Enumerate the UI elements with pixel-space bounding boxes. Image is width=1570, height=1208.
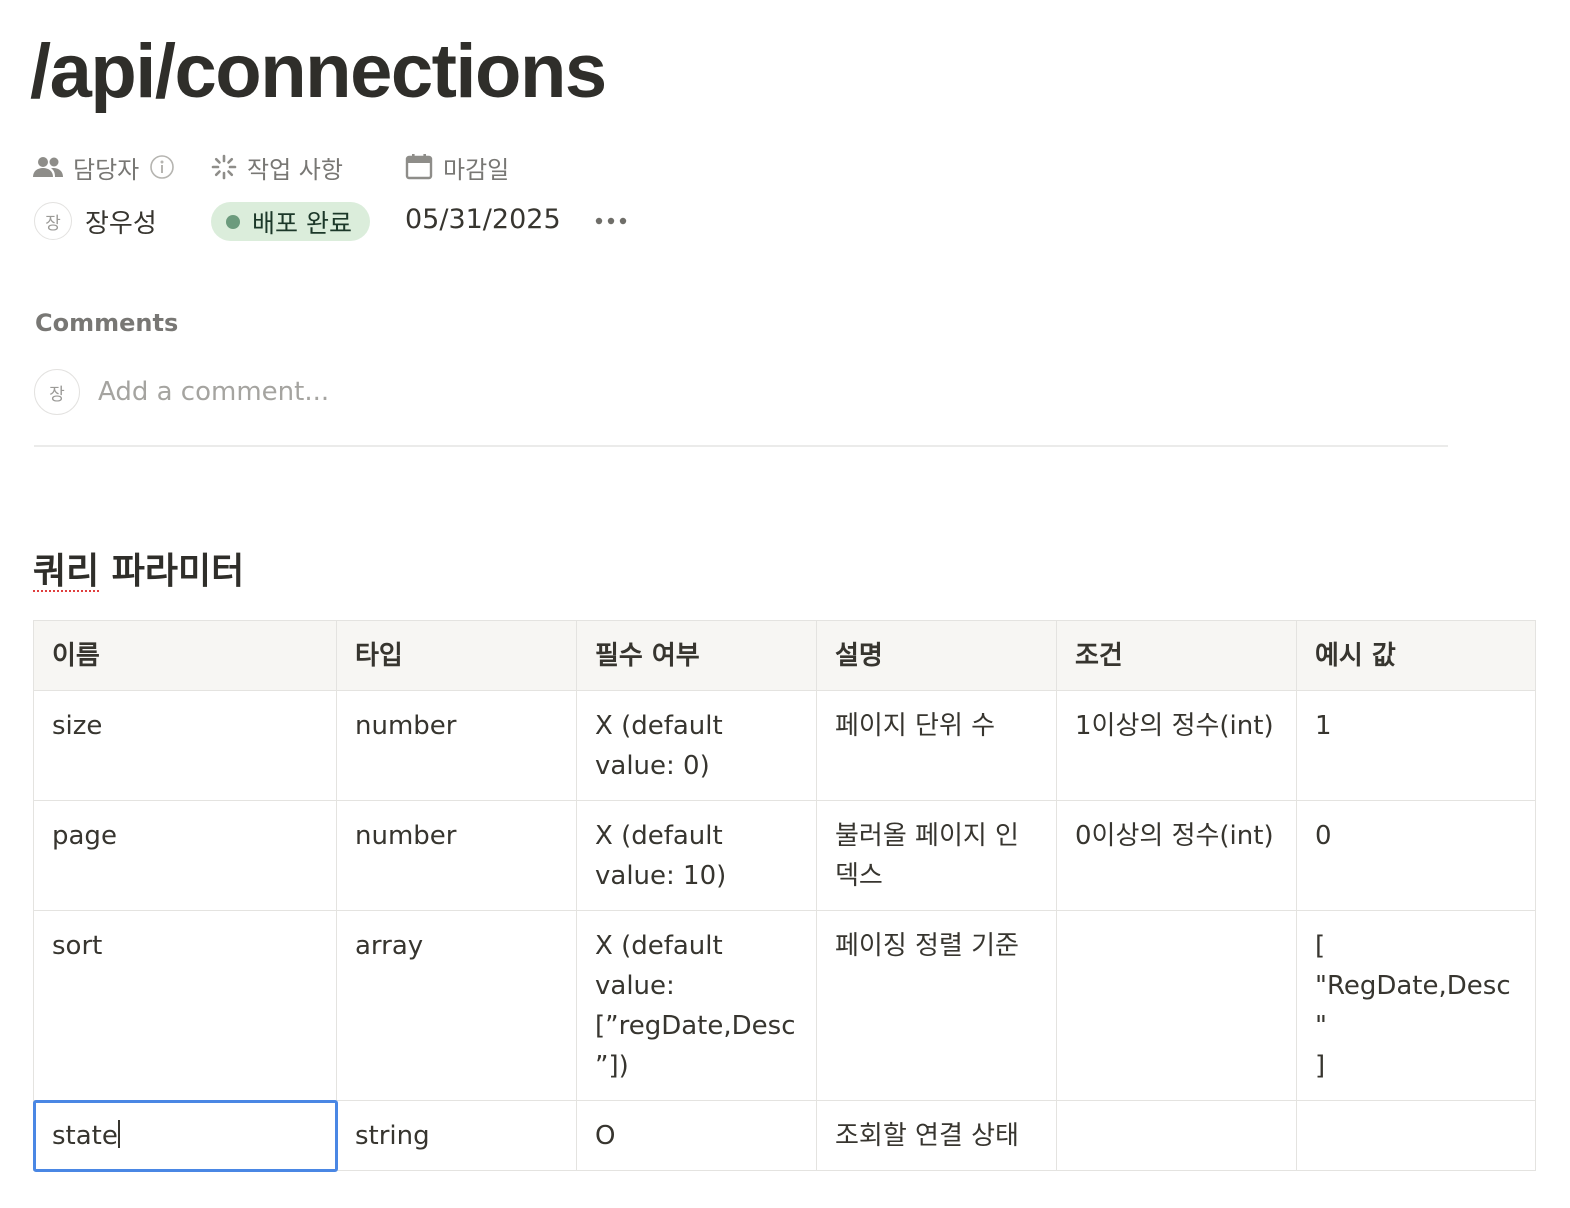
table-cell[interactable]: 1이상의 정수(int)	[1056, 690, 1297, 801]
assignee-value[interactable]: 장 장우성	[34, 201, 157, 241]
table-cell[interactable]: size	[33, 690, 337, 801]
table-cell[interactable]: array	[336, 910, 577, 1101]
table-row: state string O 조회할 연결 상태	[32, 1099, 1536, 1172]
comment-input[interactable]	[98, 377, 698, 407]
section-heading-word: 쿼리	[33, 551, 100, 592]
calendar-icon	[405, 154, 433, 180]
avatar: 장	[34, 369, 80, 415]
table-cell[interactable]: sort	[33, 910, 337, 1101]
table-row: size number X (default value: 0) 페이지 단위 …	[33, 690, 1536, 801]
column-header[interactable]: 예시 값	[1296, 620, 1536, 691]
column-header[interactable]: 필수 여부	[576, 620, 817, 691]
due-label: 마감일	[443, 155, 510, 184]
table-cell[interactable]: 0	[1296, 800, 1536, 911]
table-cell-selected[interactable]: state	[32, 1099, 338, 1172]
assignee-property-header[interactable]: 담당자	[33, 150, 185, 184]
section-heading-rest: 파라미터	[99, 551, 245, 592]
table-cell[interactable]	[1296, 1100, 1536, 1171]
people-icon	[33, 157, 63, 177]
table-cell[interactable]: number	[336, 690, 577, 801]
status-badge[interactable]: 배포 완료	[211, 202, 370, 241]
due-date-value[interactable]: 05/31/2025	[405, 204, 561, 235]
status-label: 배포 완료	[252, 208, 352, 238]
table-cell[interactable]: X (default value: 10)	[576, 800, 817, 911]
table-row: sort array X (default value: [”regDate,D…	[33, 910, 1536, 1101]
table-cell[interactable]: X (default value: [”regDate,Desc”])	[576, 910, 817, 1101]
table-cell[interactable]: 1	[1296, 690, 1536, 801]
cell-text: state	[52, 1121, 118, 1151]
status-dot	[226, 214, 240, 229]
table-cell[interactable]: 조회할 연결 상태	[816, 1100, 1057, 1171]
table-cell[interactable]: number	[336, 800, 577, 911]
table-cell[interactable]: 0이상의 정수(int)	[1056, 800, 1297, 911]
table-cell[interactable]	[1056, 910, 1297, 1101]
task-label: 작업 사항	[247, 155, 343, 184]
column-header[interactable]: 조건	[1056, 620, 1297, 691]
page-title[interactable]: /api/connections	[30, 34, 607, 110]
column-header[interactable]: 설명	[816, 620, 1057, 691]
more-button[interactable]	[592, 204, 630, 238]
section-heading[interactable]: 쿼리 파라미터	[33, 542, 244, 594]
assignee-label: 담당자	[73, 155, 140, 184]
info-icon[interactable]	[149, 154, 175, 180]
table-row: page number X (default value: 10) 불러올 페이…	[33, 800, 1536, 911]
table-header-row: 이름 타입 필수 여부 설명 조건 예시 값	[33, 620, 1536, 691]
column-header[interactable]: 이름	[33, 620, 337, 691]
avatar: 장	[34, 202, 72, 240]
table-cell[interactable]: 불러올 페이지 인덱스	[816, 800, 1057, 911]
table-cell[interactable]	[1056, 1100, 1297, 1171]
more-horizontal-icon	[595, 217, 627, 225]
table-cell[interactable]: [ "RegDate,Desc" ]	[1296, 910, 1536, 1101]
table-cell[interactable]: O	[576, 1100, 817, 1171]
assignee-name: 장우성	[85, 208, 157, 239]
comment-composer[interactable]: 장	[34, 368, 698, 416]
table-cell[interactable]: page	[33, 800, 337, 911]
table-cell[interactable]: string	[336, 1100, 577, 1171]
table-cell[interactable]: X (default value: 0)	[576, 690, 817, 801]
query-params-table: 이름 타입 필수 여부 설명 조건 예시 값 size number X (de…	[32, 620, 1536, 1172]
loading-spinner-icon	[211, 154, 237, 180]
table-cell[interactable]: 페이징 정렬 기준	[816, 910, 1057, 1101]
table-cell[interactable]: 페이지 단위 수	[816, 690, 1057, 801]
column-header[interactable]: 타입	[336, 620, 577, 691]
task-property-header[interactable]: 작업 사항	[211, 150, 343, 184]
due-property-header[interactable]: 마감일	[405, 150, 509, 184]
divider	[34, 445, 1448, 447]
comments-label: Comments	[35, 309, 179, 337]
